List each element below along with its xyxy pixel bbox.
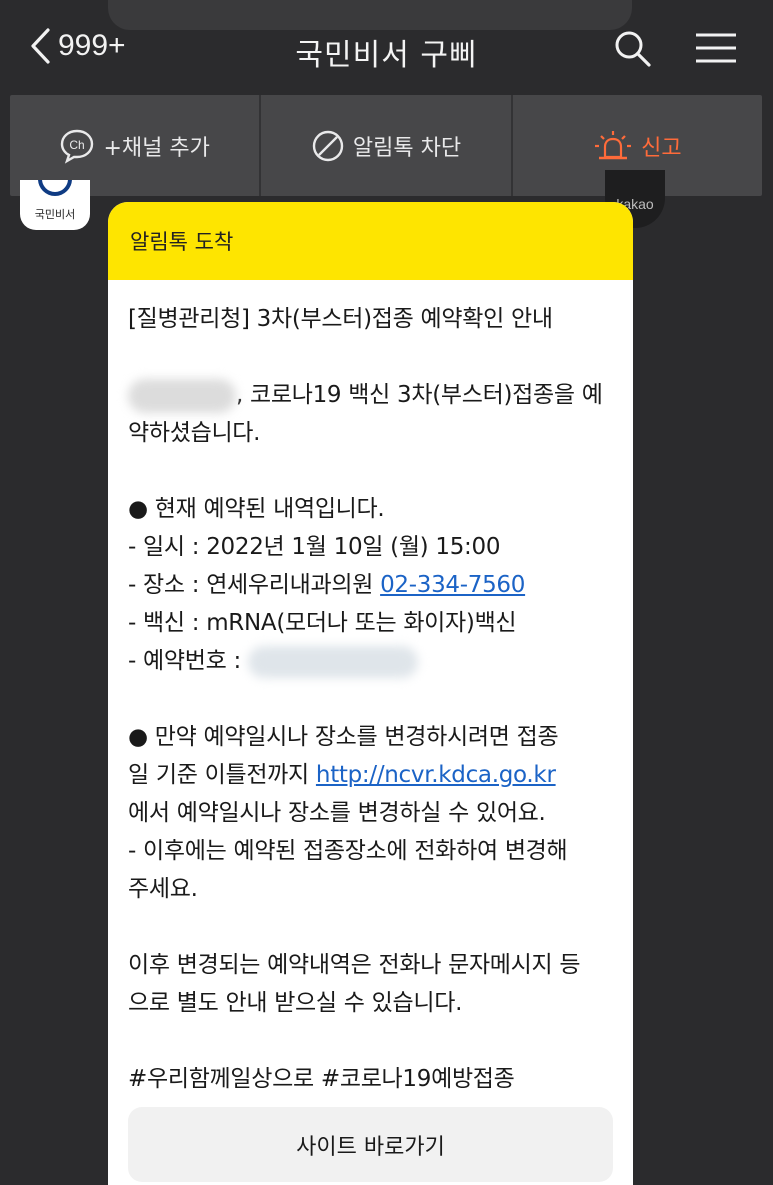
channel-avatar[interactable]: 국민비서: [20, 180, 90, 230]
after-line-1: - 이후에는 예약된 접종장소에 전화하여 변경해: [128, 838, 568, 864]
message-title: [질병관리청] 3차(부스터)접종 예약확인 안내: [128, 306, 553, 332]
block-alimtalk-label: 알림톡 차단: [352, 135, 462, 161]
reservation-number: - 예약번호 :: [128, 642, 615, 680]
chat-header: 999+ 국민비서 구삐: [0, 0, 773, 95]
siren-icon: [595, 130, 632, 159]
channel-icon: Ch: [61, 129, 94, 164]
notice-line-2: 으로 별도 안내 받으실 수 있습니다.: [128, 990, 463, 1016]
reservation-place: - 장소 : 연세우리내과의원 02-334-7560: [128, 566, 615, 604]
change-line-3: 에서 예약일시나 장소를 변경하실 수 있어요.: [128, 800, 546, 826]
reservation-vaccine: - 백신 : mRNA(모더나 또는 화이자)백신: [128, 610, 517, 636]
hashtags: #우리함께일상으로 #코로나19예방접종: [128, 1066, 515, 1092]
search-button[interactable]: [612, 28, 652, 72]
add-channel-label: +채널 추가: [103, 135, 210, 161]
redacted-name: [128, 378, 236, 413]
intro-text: , 코로나19 백신 3차(부스터)접종을 예: [236, 382, 603, 408]
place-text: - 장소 : 연세우리내과의원: [128, 572, 381, 598]
government-logo-icon: [38, 180, 72, 196]
chat-title: 국민비서 구삐: [295, 38, 478, 73]
change-line-1: ● 만약 예약일시나 장소를 변경하시려면 접종: [128, 724, 559, 750]
message-body: [질병관리청] 3차(부스터)접종 예약확인 안내 , 코로나19 백신 3차(…: [108, 280, 633, 1098]
block-icon: [312, 130, 344, 161]
alimtalk-message: 알림톡 도착 [질병관리청] 3차(부스터)접종 예약확인 안내 , 코로나19…: [108, 202, 633, 1185]
ncvr-link[interactable]: http://ncvr.kdca.go.kr: [316, 762, 556, 788]
search-icon: [615, 31, 651, 67]
reservation-datetime: - 일시 : 2022년 1월 10일 (월) 15:00: [128, 534, 501, 560]
change-line-2: 일 기준 이틀전까지 http://ncvr.kdca.go.kr: [128, 756, 615, 794]
reservation-number-label: - 예약번호 :: [128, 648, 248, 674]
intro-line-1: , 코로나19 백신 3차(부스터)접종을 예: [128, 376, 615, 414]
block-alimtalk-button[interactable]: 알림톡 차단: [259, 95, 510, 196]
message-header: 알림톡 도착: [108, 202, 633, 280]
redacted-reservation-number: [247, 645, 418, 678]
avatar-label: 국민비서: [34, 208, 76, 221]
notice-line-1: 이후 변경되는 예약내역은 전화나 문자메시지 등: [128, 952, 581, 978]
report-label: 신고: [641, 135, 682, 161]
reservation-heading: ● 현재 예약된 내역입니다.: [128, 496, 385, 522]
chat-screen: 999+ 국민비서 구삐 Ch +채널 추가 알림톡 차단 신고 국민비서 ka…: [0, 0, 773, 1185]
hamburger-menu-icon: [696, 33, 736, 63]
menu-button[interactable]: [694, 32, 738, 68]
site-link-button[interactable]: 사이트 바로가기: [128, 1107, 613, 1182]
change-text: 일 기준 이틀전까지: [128, 762, 316, 788]
after-line-2: 주세요.: [128, 876, 198, 902]
place-phone-link[interactable]: 02-334-7560: [380, 572, 525, 598]
intro-line-2: 약하셨습니다.: [128, 420, 261, 446]
svg-text:Ch: Ch: [70, 138, 85, 152]
